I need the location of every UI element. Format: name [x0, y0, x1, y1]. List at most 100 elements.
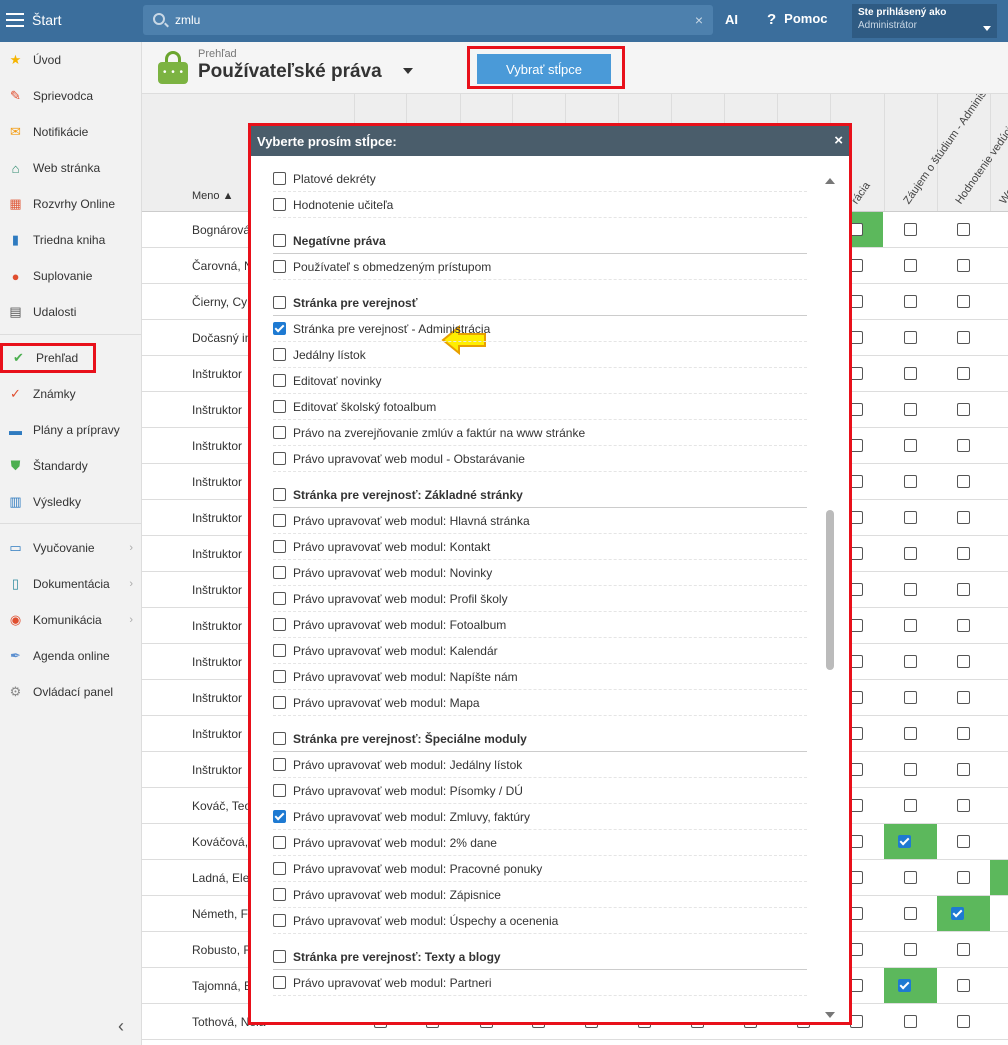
checkbox[interactable]: [957, 223, 970, 236]
scroll-thumb[interactable]: [826, 510, 834, 670]
column-option[interactable]: Právo upravovať web modul: Pracovné ponu…: [273, 856, 807, 882]
search-box[interactable]: ×: [143, 5, 713, 35]
row-name[interactable]: Inštruktor: [192, 583, 242, 597]
checkbox[interactable]: [957, 871, 970, 884]
checked-checkbox[interactable]: [273, 810, 286, 823]
checkbox[interactable]: [273, 888, 286, 901]
column-header[interactable]: Hodnotenie vedúcich zamestnancov - Výsle: [953, 94, 1008, 207]
sidebar-item-agenda-online[interactable]: ✒ Agenda online: [0, 641, 141, 671]
checkbox[interactable]: [957, 547, 970, 560]
row-name[interactable]: Inštruktor: [192, 511, 242, 525]
checkbox[interactable]: [273, 976, 286, 989]
checkbox[interactable]: [273, 374, 286, 387]
option-group-header[interactable]: Negatívne práva: [273, 228, 807, 254]
checkbox[interactable]: [904, 907, 917, 920]
column-option[interactable]: Právo upravovať web modul: Písomky / DÚ: [273, 778, 807, 804]
checkbox[interactable]: [273, 618, 286, 631]
scroll-up-icon[interactable]: [825, 178, 835, 184]
sidebar-item-dokumentácia[interactable]: ▯ Dokumentácia ›: [0, 569, 141, 599]
column-option[interactable]: Právo upravovať web modul: Mapa: [273, 690, 807, 716]
checkbox[interactable]: [957, 799, 970, 812]
checkbox[interactable]: [273, 198, 286, 211]
sidebar-item-notifikácie[interactable]: ✉ Notifikácie: [0, 117, 141, 147]
row-name[interactable]: Inštruktor: [192, 655, 242, 669]
column-header[interactable]: rácia: [849, 180, 873, 207]
scroll-down-icon[interactable]: [825, 1012, 835, 1018]
checkbox[interactable]: [273, 452, 286, 465]
breadcrumb[interactable]: Prehľad: [198, 48, 237, 60]
row-name[interactable]: Dočasný in: [192, 331, 251, 345]
title-dropdown-icon[interactable]: [403, 68, 413, 74]
column-option[interactable]: Právo na zverejňovanie zmlúv a faktúr na…: [273, 420, 807, 446]
checkbox[interactable]: [273, 566, 286, 579]
sidebar-item-komunikácia[interactable]: ◉ Komunikácia ›: [0, 605, 141, 635]
row-name[interactable]: Németh, F: [192, 907, 248, 921]
sidebar-item-štandardy[interactable]: ⛊ Štandardy: [0, 451, 141, 481]
checkbox[interactable]: [904, 727, 917, 740]
checkbox[interactable]: [273, 732, 286, 745]
checkbox[interactable]: [957, 727, 970, 740]
sidebar-item-web-stránka[interactable]: ⌂ Web stránka: [0, 153, 141, 183]
checkbox[interactable]: [273, 914, 286, 927]
checkbox[interactable]: [904, 295, 917, 308]
checkbox[interactable]: [904, 655, 917, 668]
column-option[interactable]: Právo upravovať web modul: Jedálny lísto…: [273, 752, 807, 778]
search-input[interactable]: [175, 10, 675, 30]
start-menu-button[interactable]: Štart: [6, 9, 66, 31]
row-name[interactable]: Inštruktor: [192, 763, 242, 777]
checkbox[interactable]: [957, 295, 970, 308]
sidebar-item-úvod[interactable]: ★ Úvod: [0, 45, 141, 75]
checkbox[interactable]: [904, 763, 917, 776]
checked-checkbox[interactable]: [898, 835, 911, 848]
checkbox[interactable]: [957, 331, 970, 344]
checkbox[interactable]: [904, 367, 917, 380]
row-name[interactable]: Tajomná, E: [192, 979, 252, 993]
sidebar-item-suplovanie[interactable]: ● Suplovanie: [0, 261, 141, 291]
option-group-header[interactable]: Stránka pre verejnosť: Texty a blogy: [273, 944, 807, 970]
checkbox[interactable]: [957, 979, 970, 992]
checked-checkbox[interactable]: [273, 322, 286, 335]
checkbox[interactable]: [904, 799, 917, 812]
column-option[interactable]: Platové dekréty: [273, 166, 807, 192]
sidebar-item-sprievodca[interactable]: ✎ Sprievodca: [0, 81, 141, 111]
checkbox[interactable]: [957, 835, 970, 848]
checkbox[interactable]: [904, 439, 917, 452]
row-name[interactable]: Inštruktor: [192, 403, 242, 417]
row-name[interactable]: Ladná, Ele: [192, 871, 249, 885]
clear-search-icon[interactable]: ×: [695, 12, 703, 28]
checkbox[interactable]: [904, 475, 917, 488]
row-name[interactable]: Inštruktor: [192, 439, 242, 453]
sidebar-item-plány-a-prípravy[interactable]: ▬ Plány a prípravy: [0, 415, 141, 445]
checkbox[interactable]: [273, 644, 286, 657]
checkbox[interactable]: [957, 691, 970, 704]
dialog-scrollbar[interactable]: [823, 170, 835, 1022]
checkbox[interactable]: [273, 514, 286, 527]
row-name[interactable]: Inštruktor: [192, 475, 242, 489]
sidebar-item-udalosti[interactable]: ▤ Udalosti: [0, 297, 141, 327]
checkbox[interactable]: [904, 259, 917, 272]
checkbox[interactable]: [273, 488, 286, 501]
checkbox[interactable]: [904, 511, 917, 524]
option-group-header[interactable]: Stránka pre verejnosť: Špeciálne moduly: [273, 726, 807, 752]
checkbox[interactable]: [273, 540, 286, 553]
checkbox[interactable]: [957, 583, 970, 596]
column-option[interactable]: Právo upravovať web modul: Hlavná stránk…: [273, 508, 807, 534]
checkbox[interactable]: [273, 670, 286, 683]
ai-button[interactable]: AI: [725, 12, 738, 27]
checkbox[interactable]: [273, 234, 286, 247]
row-name[interactable]: Inštruktor: [192, 691, 242, 705]
checkbox[interactable]: [904, 547, 917, 560]
column-option[interactable]: Právo upravovať web modul: Úspechy a oce…: [273, 908, 807, 934]
help-button[interactable]: ? Pomoc: [767, 11, 828, 28]
column-option[interactable]: Právo upravovať web modul: Zápisnice: [273, 882, 807, 908]
column-option[interactable]: Právo upravovať web modul: Novinky: [273, 560, 807, 586]
column-option[interactable]: Právo upravovať web modul: Napíšte nám: [273, 664, 807, 690]
sidebar-item-vyučovanie[interactable]: ▭ Vyučovanie ›: [0, 533, 141, 563]
checkbox[interactable]: [904, 331, 917, 344]
checkbox[interactable]: [904, 583, 917, 596]
collapse-sidebar-icon[interactable]: ‹: [118, 1016, 124, 1037]
checkbox[interactable]: [904, 403, 917, 416]
checkbox[interactable]: [957, 403, 970, 416]
checkbox[interactable]: [273, 592, 286, 605]
row-name[interactable]: Kováčová,: [192, 835, 248, 849]
